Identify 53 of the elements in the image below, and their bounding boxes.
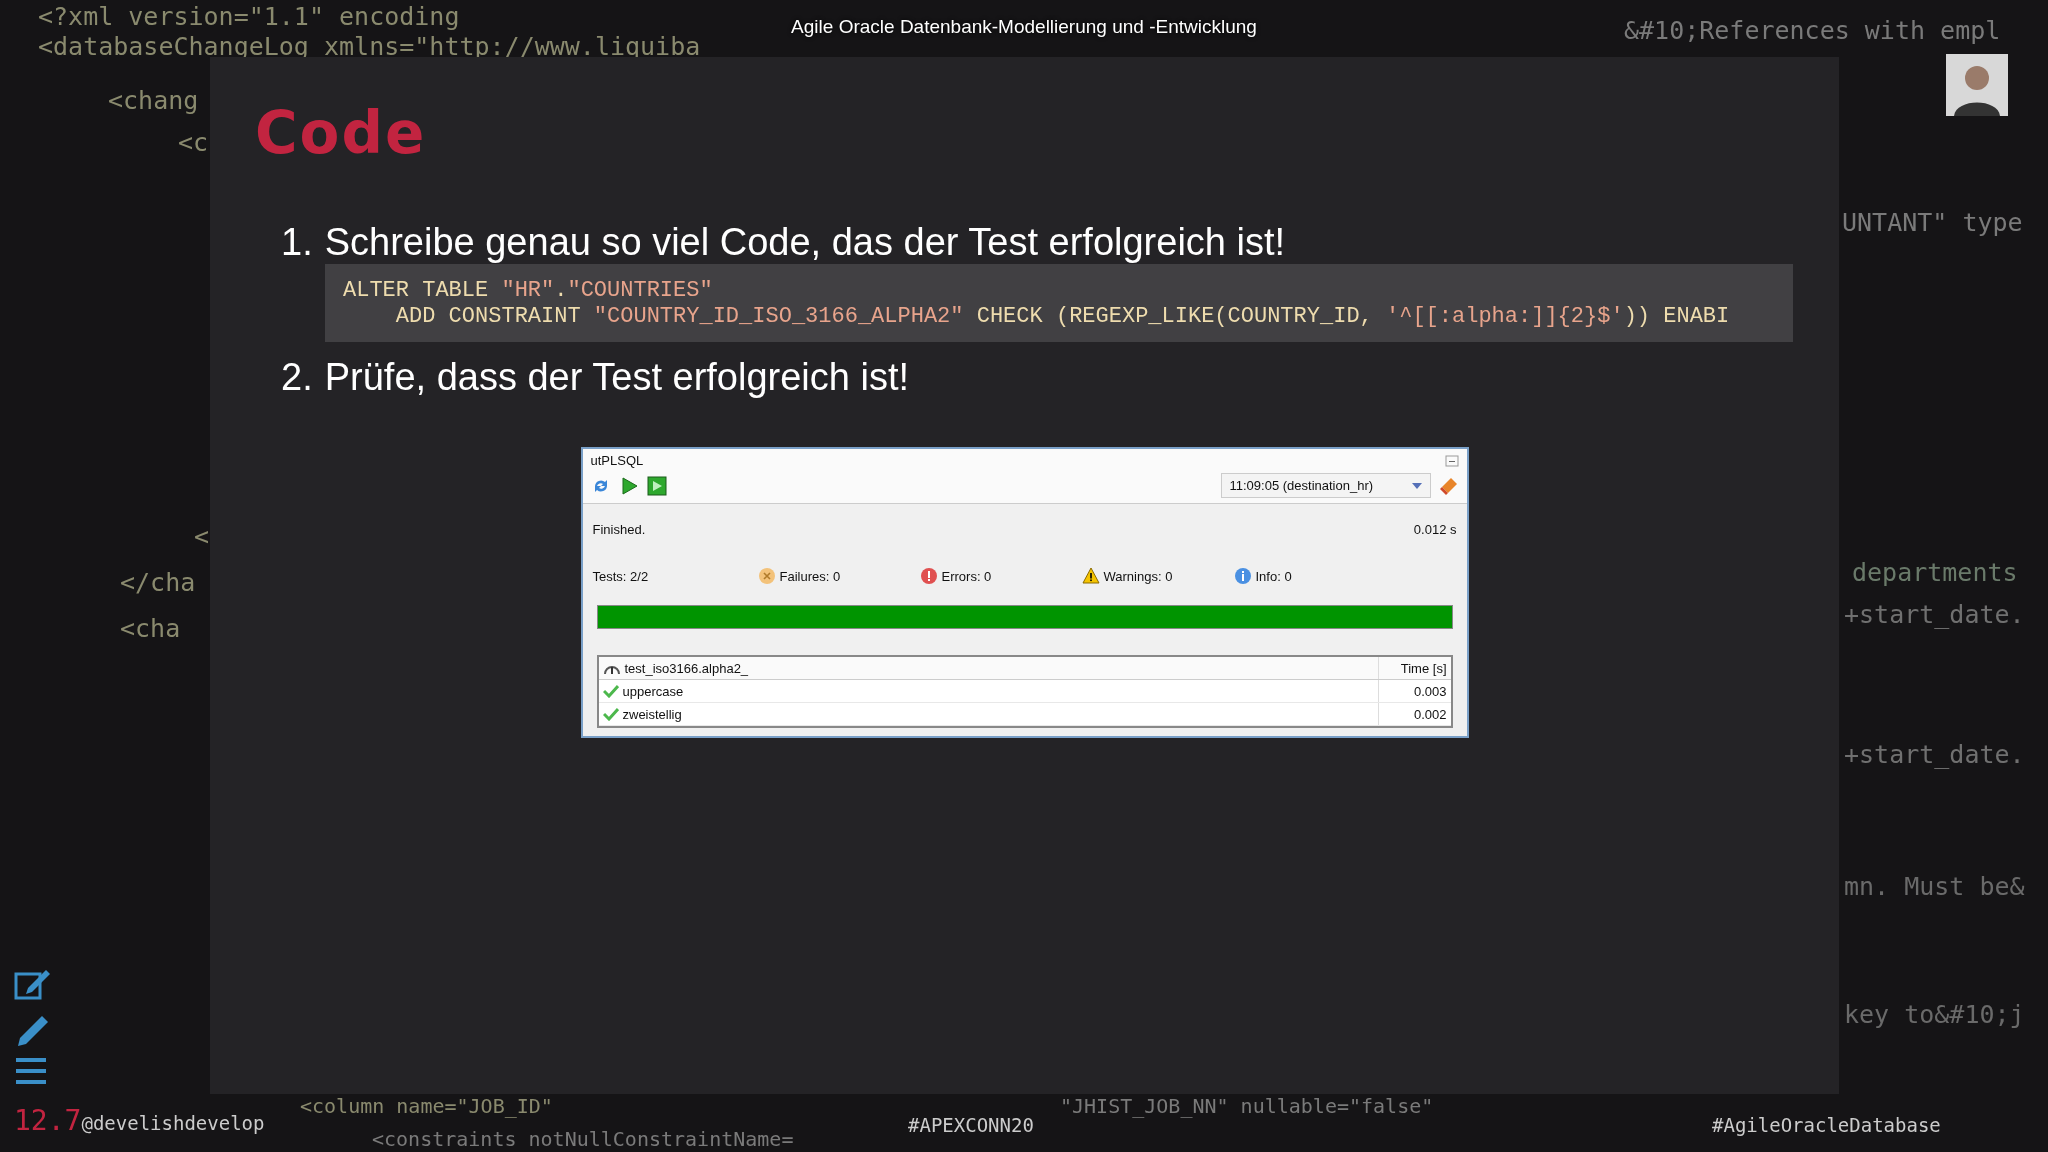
background-code-text: <?xml version="1.1" encoding [38, 2, 460, 32]
test-name: uppercase [622, 683, 684, 699]
background-code-text: < [194, 522, 210, 552]
status-text: Finished. [592, 522, 646, 537]
warning-icon [1081, 567, 1100, 585]
run-all-icon[interactable] [646, 475, 667, 496]
background-code-text: <column name="JOB_ID" [300, 1095, 553, 1117]
test-name: zweistellig [622, 706, 682, 722]
background-code-text: "JHIST_JOB_NN" nullable="false" [1060, 1095, 1434, 1117]
window-title: utPLSQL [590, 453, 644, 468]
suite-name: test_iso3166.alpha2_ [624, 660, 749, 676]
column-header: Time [s] [1400, 660, 1447, 676]
author-handle: @develishdevelop [81, 1112, 265, 1134]
counter-label: Info: 0 [1255, 568, 1292, 584]
eraser-icon[interactable] [1438, 475, 1459, 496]
presentation-title: Agile Oracle Datenbank-Modellierung und -Entwicklung [791, 16, 1257, 37]
background-code-text: </cha [120, 568, 196, 598]
background-code-text: <c [178, 128, 209, 158]
cross-circle-icon [757, 567, 776, 585]
slide-number: 12.7 [14, 1104, 82, 1137]
info-icon [1233, 567, 1252, 585]
background-code-text: <chang [108, 86, 199, 116]
duration-text: 0.012 s [1413, 522, 1457, 537]
event-hashtag: #APEXCONN20 [908, 1114, 1034, 1136]
background-code-text: key to&#10;j [1844, 1000, 2025, 1030]
background-code-text: UNTANT" type [1842, 208, 2023, 238]
background-code-text: <databaseChangeLog xmlns="http://www.liquiba [38, 32, 701, 62]
test-time: 0.002 [1413, 706, 1447, 722]
counter-label: Warnings: 0 [1103, 568, 1173, 584]
background-code-text: &#10;References with empl [1624, 16, 2001, 46]
run-selector-dropdown[interactable]: 11:09:05 (destination_hr) [1220, 473, 1431, 498]
background-code-text: departments [1852, 558, 2018, 588]
background-code-text: +start_date. [1844, 740, 2025, 770]
background-code-text: +start_date. [1844, 600, 2025, 630]
code-block: ALTER TABLE "HR"."COUNTRIES" ADD CONSTRAINT "COUNTRY_ID_ISO_3166_ALPHA2" CHECK (REGEXP_LIKE(COUNTRY_ID, '^[[:alpha:]]{2}$')) ENABI [325, 264, 1793, 342]
edit-icon[interactable] [14, 968, 52, 1002]
step-number: 1. [281, 221, 313, 264]
background-code-text: mn. Must be& [1844, 872, 2025, 902]
background-code-text: <constraints notNullConstraintName= [372, 1128, 794, 1150]
test-time: 0.003 [1413, 683, 1447, 699]
step-text: Prüfe, dass der Test erfolgreich ist! [324, 356, 910, 399]
counter-label: Tests: 2/2 [592, 568, 649, 584]
counter-label: Failures: 0 [779, 568, 841, 584]
caret-icon [1411, 482, 1422, 489]
step-text: Schreibe genau so viel Code, das der Test erfolgreich ist! [324, 221, 1286, 264]
topic-hashtag: #AgileOracleDatabase [1712, 1114, 1941, 1136]
slide-heading: Code [255, 99, 428, 167]
step-number: 2. [281, 356, 313, 399]
background-code-text: <cha [120, 614, 181, 644]
counter-label: Errors: 0 [941, 568, 992, 584]
error-icon [919, 567, 938, 585]
minimize-icon[interactable] [1444, 454, 1459, 467]
presenter-avatar [1946, 54, 2008, 116]
